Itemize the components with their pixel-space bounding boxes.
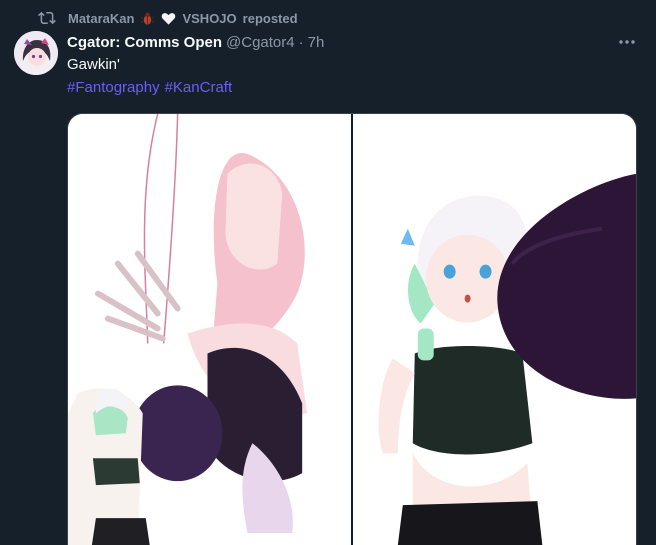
repost-context[interactable]: MataraKan VSHOJO reposted [38, 8, 298, 28]
tweet-timestamp[interactable]: 7h [308, 34, 325, 51]
author-avatar[interactable] [14, 31, 58, 75]
hashtag-kancraft[interactable]: #KanCraft [165, 78, 233, 98]
artwork-image-left [68, 114, 351, 545]
avatar-image [14, 31, 58, 75]
white-heart-icon [162, 12, 176, 25]
more-horizontal-icon [619, 40, 635, 44]
tweet-media-grid [67, 113, 637, 545]
artwork-image-right [353, 114, 636, 545]
bug-emoji-icon [141, 12, 155, 25]
hashtag-list: #Fantography #KanCraft [67, 78, 232, 98]
tweet-header: Cgator: Comms Open @Cgator4 · 7h [67, 32, 324, 52]
repost-user[interactable]: MataraKan [68, 11, 134, 26]
media-image-left[interactable] [68, 114, 351, 545]
repost-org[interactable]: VSHOJO [182, 11, 236, 26]
media-image-right[interactable] [353, 114, 636, 545]
more-options-button[interactable] [616, 32, 638, 52]
author-handle[interactable]: @Cgator4 [226, 34, 295, 51]
author-display-name[interactable]: Cgator: Comms Open [67, 34, 222, 51]
header-separator: · [298, 33, 304, 51]
hashtag-fantography[interactable]: #Fantography [67, 78, 160, 98]
retweet-icon [38, 11, 56, 25]
repost-suffix: reposted [242, 10, 298, 26]
tweet-text: Gawkin' [67, 56, 120, 73]
